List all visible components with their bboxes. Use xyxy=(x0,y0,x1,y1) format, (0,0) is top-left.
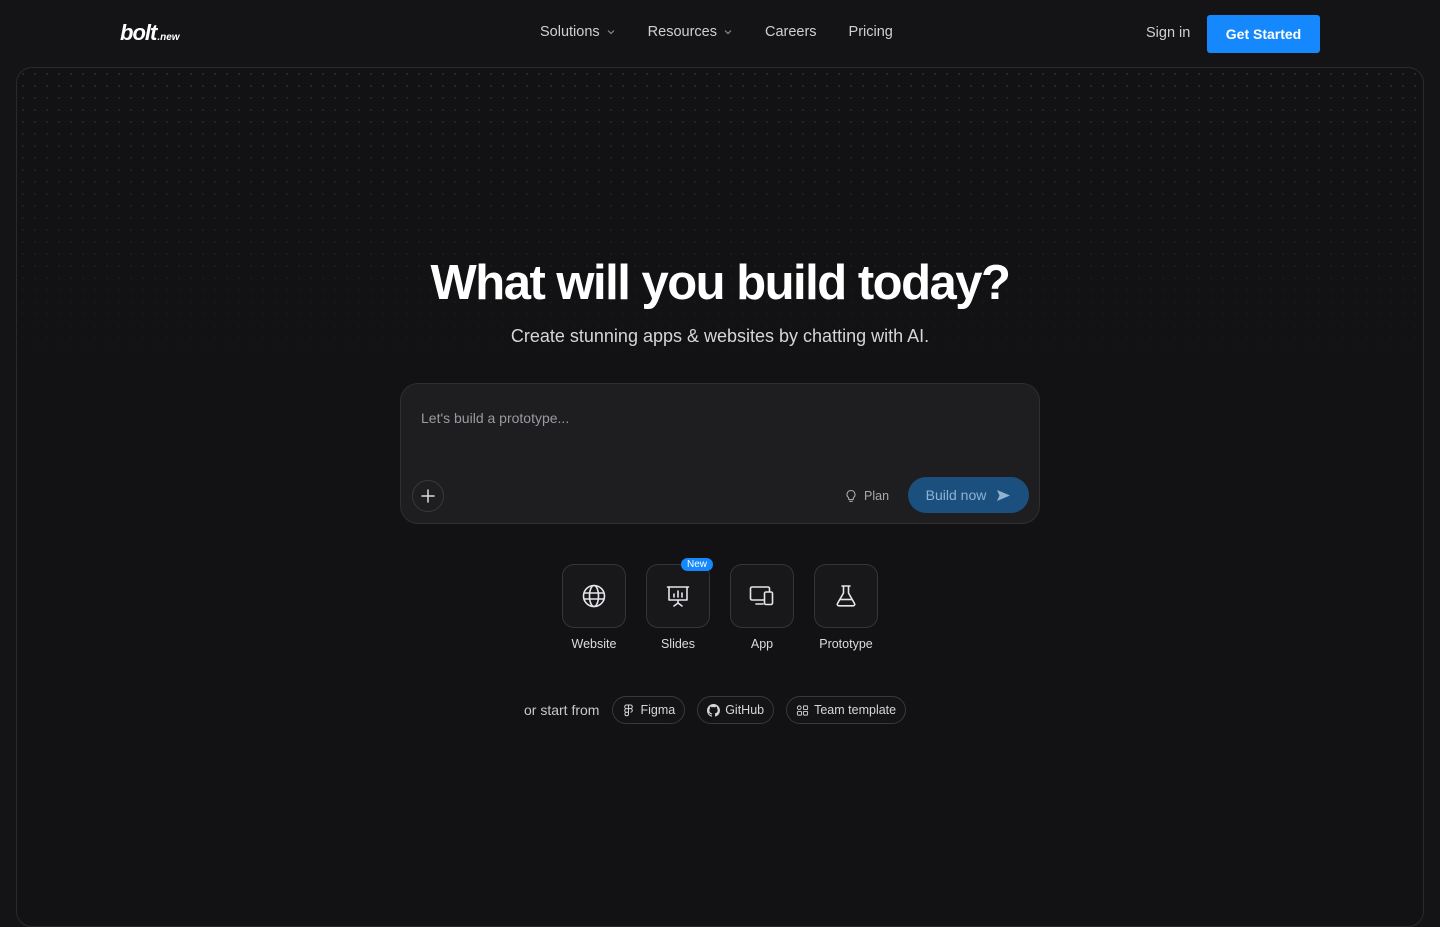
plan-label: Plan xyxy=(864,489,890,503)
start-from-label: or start from xyxy=(524,702,600,718)
logo-sub-text: .new xyxy=(157,32,180,43)
main-nav: Solutions Resources Careers Pricing xyxy=(540,24,893,40)
prompt-input[interactable] xyxy=(421,406,1021,430)
figma-icon xyxy=(624,704,634,716)
dot-grid-background xyxy=(17,68,1423,398)
nav-pricing[interactable]: Pricing xyxy=(849,24,893,40)
sign-in-link[interactable]: Sign in xyxy=(1146,25,1190,41)
nav-solutions[interactable]: Solutions xyxy=(540,24,616,40)
chevron-down-icon xyxy=(607,30,615,35)
bolt-logo[interactable]: bolt .new xyxy=(120,20,180,46)
hero-subtitle: Create stunning apps & websites by chatt… xyxy=(510,326,930,346)
plan-button[interactable]: Plan xyxy=(844,486,889,506)
presentation-chart-icon xyxy=(666,586,690,607)
start-from-team-template-button[interactable]: Team template xyxy=(786,696,907,724)
card-website[interactable]: Website xyxy=(562,564,626,651)
nav-resources-label: Resources xyxy=(647,24,717,40)
start-from-github-button[interactable]: GitHub xyxy=(697,696,775,724)
project-type-cards: Website New Slides App Prototype xyxy=(562,558,878,651)
prompt-box: Plan Build now xyxy=(400,383,1040,524)
build-now-button[interactable]: Build now xyxy=(908,477,1029,513)
github-icon xyxy=(707,703,721,717)
card-website-label: Website xyxy=(571,637,617,651)
nav-careers[interactable]: Careers xyxy=(765,24,817,40)
nav-solutions-label: Solutions xyxy=(540,24,600,40)
nav-careers-label: Careers xyxy=(764,24,817,40)
figma-label: Figma xyxy=(640,703,676,717)
logo-main-text: bolt xyxy=(120,20,157,45)
card-app-label: App xyxy=(750,637,774,651)
flask-icon xyxy=(836,585,856,607)
github-label: GitHub xyxy=(725,703,765,717)
nav-resources[interactable]: Resources xyxy=(648,24,733,40)
top-navigation: bolt .new Solutions Resources Careers Pr… xyxy=(0,0,1440,68)
card-website-tile[interactable] xyxy=(562,564,626,628)
start-from-figma-button[interactable]: Figma xyxy=(612,696,686,724)
lightbulb-icon xyxy=(846,489,856,502)
team-template-label: Team template xyxy=(814,703,897,717)
card-slides-tile[interactable] xyxy=(646,564,710,628)
card-app[interactable]: App xyxy=(730,564,794,651)
devices-icon xyxy=(749,586,774,606)
card-slides-label: Slides xyxy=(660,637,696,651)
card-prototype[interactable]: Prototype xyxy=(814,564,878,651)
plus-icon xyxy=(421,489,435,503)
globe-icon xyxy=(582,584,606,608)
nav-pricing-label: Pricing xyxy=(848,24,893,40)
card-slides[interactable]: New Slides xyxy=(646,558,714,651)
card-prototype-label: Prototype xyxy=(819,637,873,651)
card-prototype-tile[interactable] xyxy=(814,564,878,628)
hero-title: What will you build today? xyxy=(430,256,1011,310)
chevron-down-icon xyxy=(724,30,732,35)
get-started-button[interactable]: Get Started xyxy=(1207,15,1320,53)
card-app-tile[interactable] xyxy=(730,564,794,628)
new-badge: New xyxy=(681,558,714,571)
team-template-icon xyxy=(797,704,809,716)
start-from-row: or start from Figma GitHub Team template xyxy=(524,696,907,724)
send-arrow-icon xyxy=(997,489,1011,501)
add-attachment-button[interactable] xyxy=(412,480,444,512)
build-now-label: Build now xyxy=(925,487,987,503)
